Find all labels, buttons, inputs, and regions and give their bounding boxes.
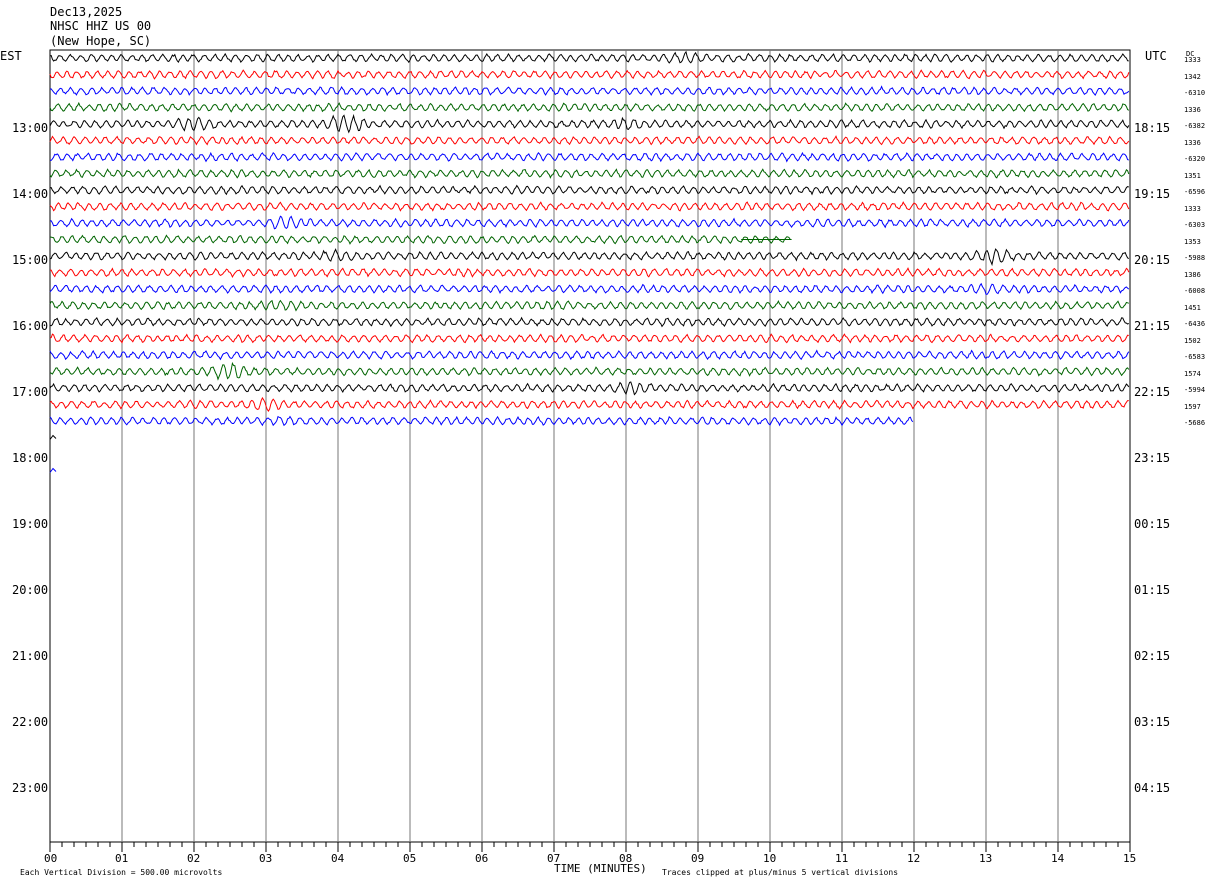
seismic-trace — [49, 113, 1130, 134]
left-hour-label: 15:00 — [12, 253, 49, 267]
dc-offset-value: -6303 — [1184, 221, 1206, 229]
right-hour-label: 03:15 — [1134, 715, 1171, 729]
seismic-trace — [49, 282, 1130, 295]
plot-frame — [49, 49, 1131, 843]
seismic-trace — [49, 349, 1130, 361]
seismic-trace — [49, 151, 1129, 163]
seismic-trace — [49, 201, 1130, 212]
x-tick-label: 02 — [187, 852, 201, 865]
seismic-trace — [49, 381, 1130, 396]
x-axis-label: TIME (MINUTES) — [554, 862, 647, 875]
dc-offset-value: 1336 — [1184, 138, 1201, 147]
seismic-trace — [49, 85, 1130, 97]
seismic-trace — [49, 50, 1129, 64]
left-hour-label: 22:00 — [12, 715, 49, 729]
right-hour-label: 00:15 — [1134, 517, 1171, 531]
seismic-trace — [49, 415, 914, 427]
dc-offset-value: 1386 — [1184, 270, 1201, 279]
right-hour-label: 18:15 — [1134, 121, 1171, 135]
left-hour-label: 19:00 — [12, 517, 49, 531]
right-hour-label: 22:15 — [1134, 385, 1171, 399]
x-tick-label: 05 — [403, 852, 417, 865]
x-tick-label: 15 — [1123, 852, 1137, 865]
left-hour-label: 17:00 — [12, 385, 49, 399]
right-hour-label: 19:15 — [1134, 187, 1171, 201]
dc-offset-value: 1333 — [1184, 56, 1201, 64]
left-hour-label: 20:00 — [12, 583, 49, 597]
dc-offset-value: 1502 — [1184, 336, 1201, 345]
right-hour-label: 01:15 — [1134, 583, 1171, 597]
seismic-trace — [49, 101, 1130, 113]
dc-offset-value: 1574 — [1184, 369, 1201, 378]
dc-offset-value: -6382 — [1184, 122, 1206, 130]
right-hour-label: 20:15 — [1134, 253, 1171, 267]
dc-offset-value: 1351 — [1184, 171, 1201, 180]
x-tick-label: 09 — [691, 852, 705, 865]
left-hour-label: 23:00 — [12, 781, 49, 795]
trace-start-mark — [49, 434, 57, 440]
left-hour-label: 14:00 — [12, 187, 49, 201]
trace-start-mark — [49, 467, 57, 473]
x-tick-label: 11 — [835, 852, 849, 865]
right-hour-label: 21:15 — [1134, 319, 1171, 333]
seismic-trace — [49, 316, 1130, 328]
x-tick-label: 04 — [331, 852, 345, 865]
left-hour-label: 16:00 — [12, 319, 49, 333]
dc-offset-value: -5686 — [1184, 419, 1206, 427]
dc-offset-value: 1342 — [1184, 72, 1201, 81]
x-tick-label: 00 — [44, 852, 58, 865]
dc-offset-value: 1353 — [1184, 237, 1201, 246]
right-hour-label: 04:15 — [1134, 781, 1171, 795]
seismic-trace — [49, 361, 1130, 381]
seismic-trace — [49, 333, 1129, 344]
x-tick-label: 12 — [907, 852, 921, 865]
helicorder-plot — [49, 49, 1131, 852]
left-hour-label: 18:00 — [12, 451, 49, 465]
x-tick-label: 06 — [475, 852, 489, 865]
seismic-trace — [49, 168, 1130, 179]
dc-offset-value: 1333 — [1184, 204, 1201, 213]
seismic-trace — [49, 135, 1130, 146]
dc-offset-value: -5988 — [1184, 254, 1206, 262]
clip-note: Traces clipped at plus/minus 5 vertical … — [662, 868, 899, 877]
x-tick-label: 14 — [1051, 852, 1065, 865]
x-tick-label: 03 — [259, 852, 273, 865]
dc-offset-value: -6310 — [1184, 89, 1206, 97]
x-tick-label: 01 — [115, 852, 129, 865]
seismic-trace — [49, 215, 1130, 230]
dc-offset-value: 1597 — [1184, 402, 1201, 411]
dc-offset-value: -5994 — [1184, 386, 1206, 394]
left-hour-label: 13:00 — [12, 121, 49, 135]
dc-offset-value: -6008 — [1184, 287, 1206, 295]
seismic-trace — [49, 299, 1129, 312]
x-tick-label: 10 — [763, 852, 777, 865]
right-hour-label: 23:15 — [1134, 451, 1171, 465]
dc-offset-value: -6583 — [1184, 353, 1206, 361]
seismic-trace — [49, 69, 1130, 80]
seismic-trace — [50, 267, 1130, 278]
seismic-trace — [49, 234, 792, 245]
dc-offset-value: 1336 — [1184, 105, 1201, 114]
right-hour-label: 02:15 — [1134, 649, 1171, 663]
scale-note: Each Vertical Division = 500.00 microvol… — [20, 868, 223, 877]
seismic-trace — [49, 396, 1129, 412]
x-tick-label: 13 — [979, 852, 993, 865]
dc-offset-value: -6320 — [1184, 155, 1206, 163]
seismic-trace — [49, 248, 1130, 267]
left-hour-label: 21:00 — [12, 649, 49, 663]
dc-offset-value: 1451 — [1184, 303, 1201, 312]
dc-offset-value: -6596 — [1184, 188, 1206, 196]
dc-offset-value: -6436 — [1184, 320, 1206, 328]
seismic-trace — [49, 184, 1129, 196]
